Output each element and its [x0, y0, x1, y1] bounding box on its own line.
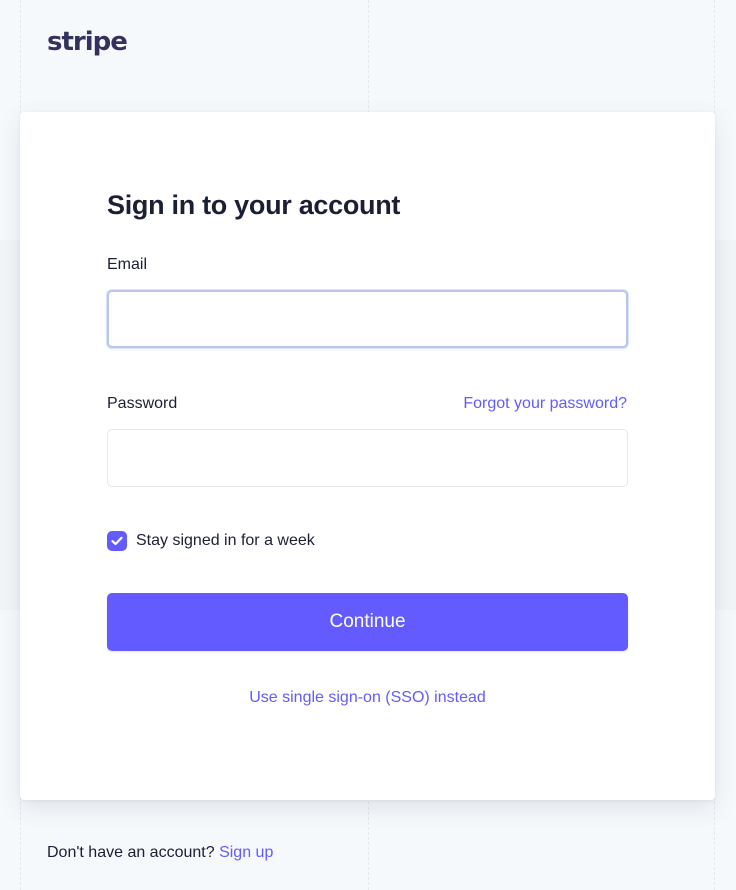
signin-card: Sign in to your account Email Password F… — [20, 112, 715, 800]
signup-prompt: Don't have an account? Sign up — [47, 844, 273, 862]
signup-prompt-text: Don't have an account? — [47, 844, 215, 861]
checkmark-icon — [111, 536, 123, 546]
page-title: Sign in to your account — [107, 190, 401, 220]
email-field[interactable] — [107, 290, 628, 348]
stripe-logo[interactable]: stripe — [47, 27, 128, 57]
signup-link[interactable]: Sign up — [219, 844, 273, 861]
forgot-password-link[interactable]: Forgot your password? — [463, 395, 627, 413]
login-page: stripe Sign in to your account Email Pas… — [0, 0, 736, 890]
password-field[interactable] — [107, 429, 628, 487]
remember-me-checkbox[interactable] — [107, 531, 127, 551]
continue-button[interactable]: Continue — [107, 593, 628, 651]
remember-me-row: Stay signed in for a week — [107, 531, 315, 551]
sso-link[interactable]: Use single sign-on (SSO) instead — [20, 689, 715, 707]
password-label: Password — [107, 395, 178, 412]
remember-me-label[interactable]: Stay signed in for a week — [136, 532, 315, 550]
email-label: Email — [107, 256, 148, 273]
